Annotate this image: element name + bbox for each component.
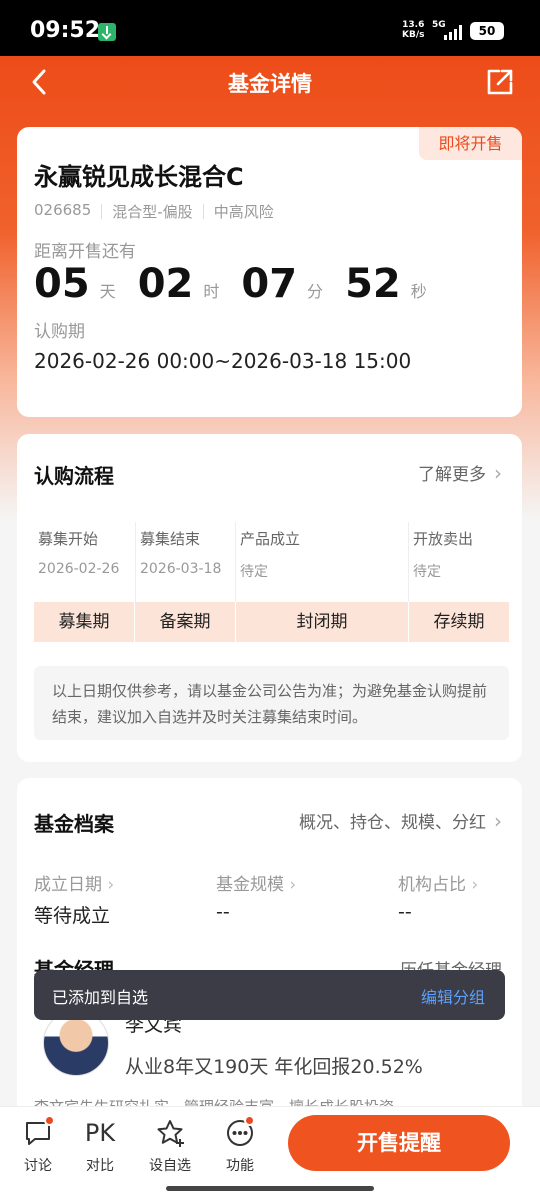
phase-label: 存续期 [433, 612, 485, 632]
countdown-seconds-unit: 秒 [410, 282, 427, 301]
step-date: 2026-02-26 [38, 561, 120, 577]
status-time: 09:52 [30, 18, 101, 43]
star-add-icon [140, 1117, 200, 1149]
manager-description: 从业8年又190天 年化回报20.52% [125, 1056, 423, 1078]
status-bar: 09:52 13.6 KB/s 5G 50 [0, 0, 540, 56]
fund-code: 026685 [34, 201, 92, 219]
countdown: 05 天 02 时 07 分 52 秒 [34, 261, 449, 307]
net-speed: 13.6 KB/s [402, 20, 424, 40]
battery-icon: 50 [470, 22, 504, 40]
subscription-process-card: 认购流程 了解更多 募集开始 2026-02-26 募集结束 2026-03-1… [17, 434, 522, 762]
process-step: 募集开始 2026-02-26 [34, 522, 134, 602]
phase-label: 备案期 [159, 612, 211, 632]
sale-reminder-button[interactable]: 开售提醒 [288, 1115, 510, 1171]
learn-more-link[interactable]: 了解更多 [418, 460, 502, 485]
net-speed-unit: KB/s [402, 30, 425, 40]
stat-label: 基金规模 [216, 870, 296, 895]
notification-dot [44, 1115, 55, 1126]
tab-label: 对比 [86, 1158, 114, 1174]
stat-fund-size[interactable]: 基金规模 -- [216, 870, 296, 923]
pk-icon-text: PK [84, 1119, 116, 1147]
profile-more-link[interactable]: 概况、持仓、规模、分红 [299, 808, 502, 833]
chat-icon [8, 1115, 68, 1149]
countdown-minutes-unit: 分 [307, 282, 324, 301]
step-date: 待定 [413, 564, 441, 580]
tag-divider [101, 204, 103, 219]
process-step: 产品成立 待定 [235, 522, 407, 602]
home-indicator [166, 1186, 374, 1191]
countdown-days-unit: 天 [99, 282, 116, 301]
phase-label: 募集期 [58, 612, 110, 632]
process-step: 募集结束 2026-03-18 [135, 522, 235, 602]
tag-divider [202, 204, 204, 219]
add-watchlist-button[interactable]: 设自选 [140, 1117, 200, 1175]
stat-value: 等待成立 [34, 905, 111, 927]
phase-bar: 募集期 备案期 封闭期 存续期 [34, 602, 509, 642]
countdown-label: 距离开售还有 [34, 242, 136, 262]
process-step: 开放卖出 待定 [408, 522, 508, 602]
compare-button[interactable]: PK 对比 [70, 1117, 130, 1175]
signal-icon [444, 25, 464, 40]
page-title: 基金详情 [228, 72, 312, 96]
step-title: 开放卖出 [413, 530, 474, 548]
pk-icon: PK [70, 1117, 130, 1149]
countdown-hours-unit: 时 [203, 282, 220, 301]
subscription-label: 认购期 [34, 322, 85, 342]
stat-institution-ratio[interactable]: 机构占比 -- [398, 870, 478, 923]
toast: 已添加到自选 编辑分组 [34, 970, 505, 1020]
download-icon [98, 23, 116, 41]
functions-button[interactable]: 功能 [210, 1115, 270, 1175]
notification-dot [244, 1115, 255, 1126]
profile-title: 基金档案 [34, 812, 114, 836]
countdown-hours: 02 [137, 261, 194, 307]
tab-label: 功能 [226, 1158, 254, 1174]
fund-summary-card: 即将开售 永赢锐见成长混合C 026685 混合型-偏股 中高风险 距离开售还有… [17, 127, 522, 417]
tab-label: 讨论 [24, 1158, 52, 1174]
net-speed-value: 13.6 [402, 20, 425, 30]
fund-name: 永赢锐见成长混合C [34, 163, 244, 191]
fund-risk: 中高风险 [213, 203, 274, 221]
stat-value: -- [398, 901, 412, 923]
edit-group-button[interactable]: 编辑分组 [421, 984, 485, 1008]
process-title: 认购流程 [34, 464, 114, 488]
discuss-button[interactable]: 讨论 [8, 1115, 68, 1175]
subscription-period: 2026-02-26 00:00~2026-03-18 15:00 [34, 349, 412, 373]
phase-label: 封闭期 [296, 612, 348, 632]
stat-label: 机构占比 [398, 870, 478, 895]
fund-type: 混合型-偏股 [112, 203, 193, 221]
fund-profile-card: 基金档案 概况、持仓、规模、分红 成立日期 等待成立 基金规模 -- 机构占比 … [17, 778, 522, 1118]
countdown-days: 05 [34, 261, 90, 307]
process-timeline: 募集开始 2026-02-26 募集结束 2026-03-18 产品成立 待定 … [34, 522, 509, 642]
process-notice: 以上日期仅供参考，请以基金公司公告为准；为避免基金认购提前结束，建议加入自选并及… [34, 666, 509, 740]
step-title: 募集开始 [38, 530, 99, 548]
step-title: 募集结束 [140, 530, 201, 548]
step-date: 2026-03-18 [140, 561, 222, 577]
stat-established-date[interactable]: 成立日期 等待成立 [34, 870, 114, 928]
tab-label: 设自选 [149, 1158, 191, 1174]
step-date: 待定 [240, 564, 268, 580]
stat-value: -- [216, 901, 230, 923]
countdown-seconds: 52 [345, 261, 401, 307]
stat-label: 成立日期 [34, 870, 114, 895]
status-badge: 即将开售 [419, 127, 522, 160]
more-icon [210, 1115, 270, 1149]
toast-text: 已添加到自选 [52, 988, 149, 1007]
fund-tags: 026685 混合型-偏股 中高风险 [34, 201, 274, 222]
share-icon [487, 69, 513, 95]
step-title: 产品成立 [240, 530, 301, 548]
top-bar: 基金详情 [0, 56, 540, 108]
share-button[interactable] [486, 68, 514, 96]
countdown-minutes: 07 [241, 261, 298, 307]
